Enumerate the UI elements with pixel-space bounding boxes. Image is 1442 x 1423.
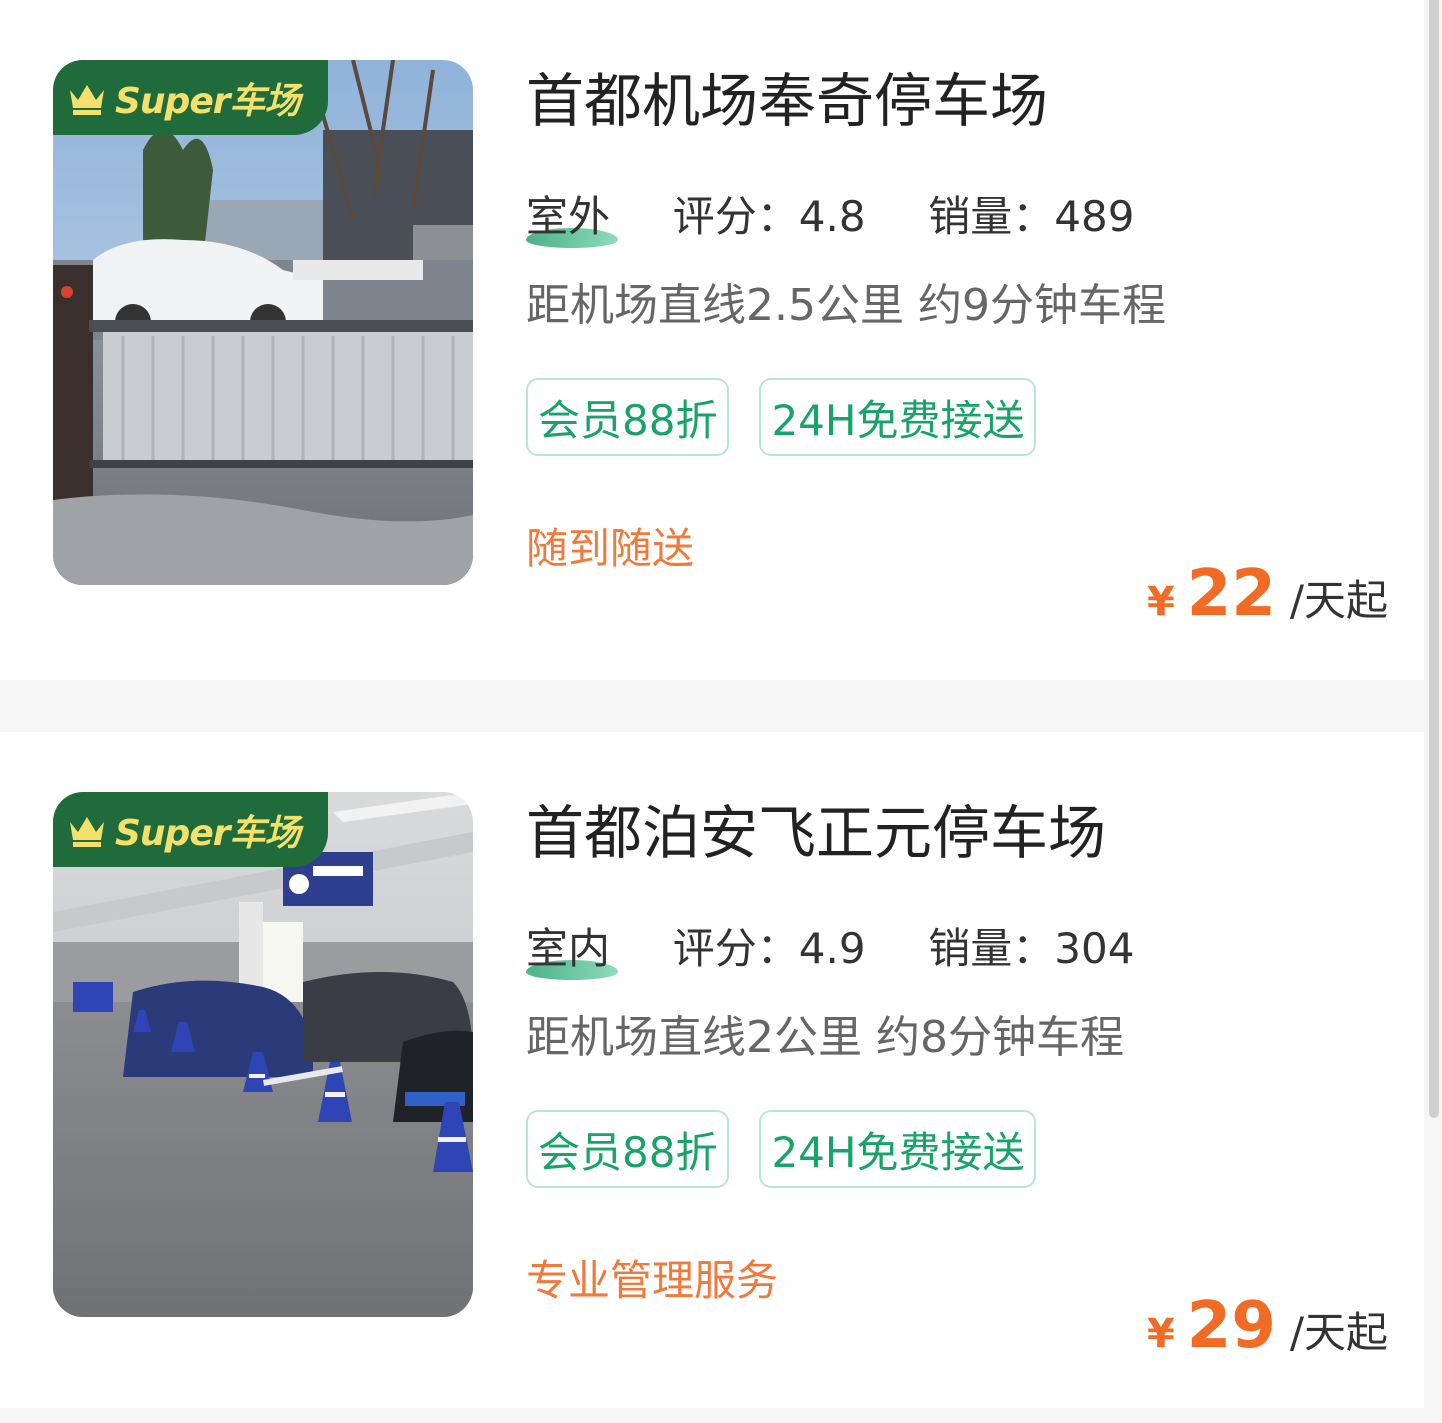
price: ¥ 29 /天起 (1147, 1294, 1388, 1360)
member-discount-tag: 会员88折 (526, 1110, 730, 1188)
price-unit: /天起 (1289, 576, 1388, 625)
environment-tag: 室外 (526, 192, 619, 248)
distance-info: 距机场直线2公里 约8分钟车程 (526, 1012, 1124, 1063)
rating-label: 评分： (672, 192, 799, 241)
service-note: 专业管理服务 (526, 1256, 779, 1305)
price-amount: 29 (1186, 1289, 1276, 1363)
currency-symbol: ¥ (1146, 1311, 1175, 1357)
scrollbar[interactable] (1429, 0, 1439, 1118)
service-note: 随到随送 (526, 524, 695, 573)
distance-info: 距机场直线2.5公里 约9分钟车程 (526, 280, 1166, 331)
parking-photo[interactable]: Super车场 (53, 60, 473, 585)
parking-card[interactable]: Super车场 首都机场奉奇停车场 室外 评分：4.8 销量：489 距机场直线… (0, 0, 1424, 680)
lot-meta: 室外 评分：4.8 销量：489 (526, 192, 1134, 248)
sales-label: 销量： (928, 924, 1055, 973)
badge-label: Super车场 (115, 80, 300, 122)
parking-card[interactable]: Super车场 首都泊安飞正元停车场 室内 评分：4.9 销量：304 距机场直… (0, 732, 1424, 1408)
parking-list: Super车场 首都机场奉奇停车场 室外 评分：4.8 销量：489 距机场直线… (0, 0, 1424, 1408)
price-amount: 22 (1186, 557, 1276, 631)
crown-icon (70, 84, 104, 115)
badge-label: Super车场 (115, 812, 300, 854)
free-shuttle-tag: 24H免费接送 (759, 378, 1037, 456)
crown-icon (70, 816, 104, 847)
rating-label: 评分： (672, 924, 799, 973)
lot-meta: 室内 评分：4.9 销量：304 (526, 924, 1134, 980)
super-lot-badge: Super车场 (53, 60, 328, 135)
environment-tag: 室内 (526, 924, 619, 980)
tag-list: 会员88折 24H免费接送 (526, 1110, 1066, 1188)
outdoor-lot-image (53, 60, 473, 585)
super-lot-badge: Super车场 (53, 792, 328, 867)
member-discount-tag: 会员88折 (526, 378, 730, 456)
currency-symbol: ¥ (1146, 579, 1175, 625)
free-shuttle-tag: 24H免费接送 (759, 1110, 1037, 1188)
sales-label: 销量： (928, 192, 1055, 241)
indoor-garage-image (53, 792, 473, 1317)
sales-value: 489 (1054, 192, 1135, 241)
rating-value: 4.9 (798, 924, 866, 973)
tag-list: 会员88折 24H免费接送 (526, 378, 1066, 456)
rating-value: 4.8 (798, 192, 866, 241)
parking-photo[interactable]: Super车场 (53, 792, 473, 1317)
sales-value: 304 (1054, 924, 1135, 973)
price-unit: /天起 (1289, 1308, 1388, 1357)
lot-name[interactable]: 首都泊安飞正元停车场 (526, 804, 1106, 862)
price: ¥ 22 /天起 (1147, 562, 1388, 628)
lot-name[interactable]: 首都机场奉奇停车场 (526, 72, 1048, 130)
